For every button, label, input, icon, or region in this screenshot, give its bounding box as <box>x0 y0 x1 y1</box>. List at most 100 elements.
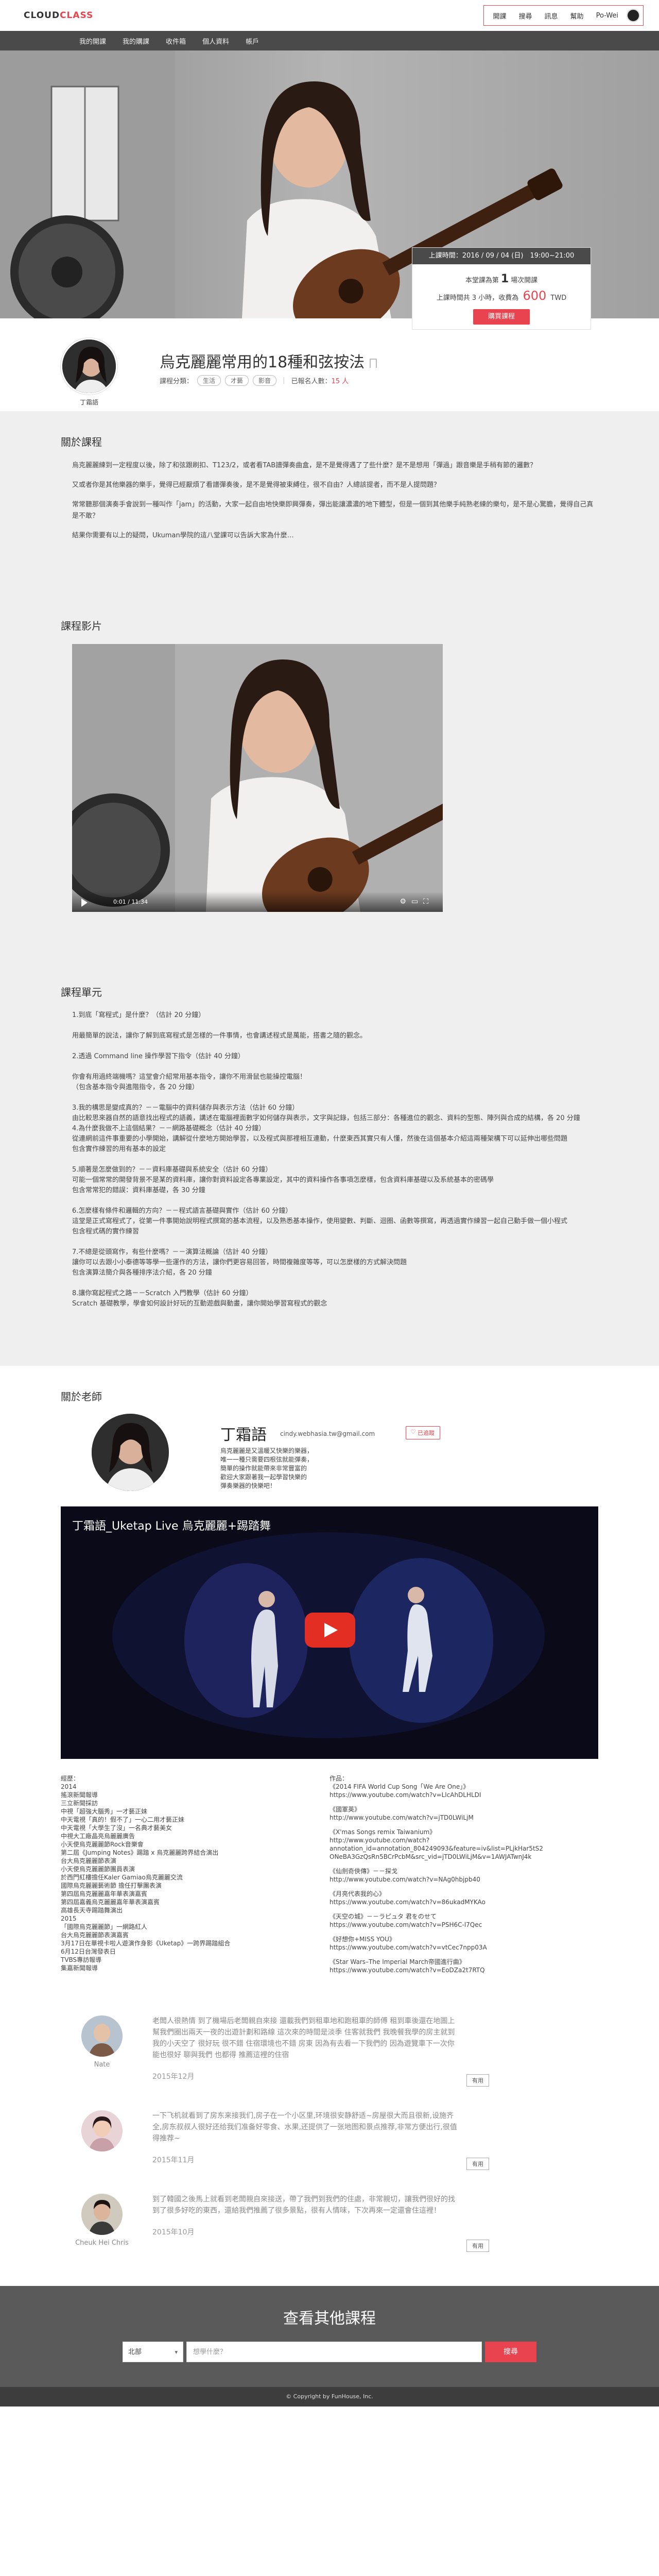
experience-line: 2015 <box>61 1915 77 1922</box>
experience-line: 搖滾新聞報導 <box>61 1791 98 1799</box>
unit-1: 1.到底「寫程式」是什麼？（估計 20 分鐘） 用最簡單的說法，讓你了解到底寫程… <box>72 1010 598 1041</box>
course-header: 丁霜語 烏克麗麗常用的18種和弦按法 課程分類： 生活 才藝 影音 | 已報名人… <box>0 318 659 411</box>
about-paragraph-1: 烏克麗麗練到一定程度以後，除了和弦跟刷扣、T123/2，或者看TAB譜彈奏曲盒，… <box>72 462 537 469</box>
works-line[interactable]: http://www.youtube.com/watch? <box>330 1836 598 1844</box>
reviewer-avatar[interactable] <box>81 2194 123 2235</box>
nav-open-course[interactable]: 開課 <box>487 11 513 21</box>
booking-card: 上課時間：2016 / 09 / 04 (日) 19:00~21:00 本堂課為… <box>412 247 591 330</box>
about-paragraph-2: 又或者你是其他樂器的樂手，覺得已經厭煩了看譜彈奏後，是不是覺得被束縛住，很不自由… <box>72 481 441 489</box>
teacher-name[interactable]: 丁霜語 <box>61 398 117 406</box>
logo[interactable]: CLOUDCLASS <box>24 10 93 21</box>
course-info-section: 關於課程 烏克麗麗練到一定程度以後，除了和弦跟刷扣、T123/2，或者看TAB譜… <box>0 411 659 1366</box>
teacher-bio: 烏克麗麗是又溫暖又快樂的樂器， 唯一一種只需要四根弦就能彈奏， 簡單的操作就能帶… <box>220 1447 313 1490</box>
teacher-photo[interactable] <box>92 1414 169 1491</box>
teacher-avatar-image <box>62 340 116 393</box>
course-search-form: 北部 想學什麼？ 搜尋 <box>123 2342 536 2363</box>
play-icon[interactable] <box>81 899 88 907</box>
nav-user-name[interactable]: Po-Wei <box>590 12 625 20</box>
experience-line: 第二屆《Jumping Notes》踢踏 x 烏克麗麗跨界結合演出 <box>61 1849 219 1856</box>
booking-time: 上課時間：2016 / 09 / 04 (日) 19:00~21:00 <box>412 248 591 264</box>
works-line[interactable]: http://www.youtube.com/watch?v=jTD0LWiLj… <box>330 1814 598 1822</box>
works-line[interactable]: https://www.youtube.com/watch?v=vtCec7np… <box>330 1943 598 1952</box>
copyright: © Copyright by FunHouse, Inc. <box>0 2387 659 2406</box>
unit-1-title: 1.到底「寫程式」是什麼？（估計 20 分鐘） <box>72 1011 205 1019</box>
subnav-account[interactable]: 帳戶 <box>237 36 267 46</box>
review-item: Nate 老闆人很熱情 到了機場后老闆親自來接 還載我們到租車地和跑租車的師傅 … <box>51 2005 608 2100</box>
tag-media[interactable]: 影音 <box>253 375 277 386</box>
unit-8-desc: Scratch 基礎教學，學會如何設計好玩的互動遊戲與動畫，讓你開始學習寫程式的… <box>72 1300 327 1308</box>
unit-7-note: 包含演算法簡介與各種排序法介紹，各 20 分鐘 <box>72 1269 212 1277</box>
unit-1-desc: 用最簡單的說法，讓你了解到底寫程式是怎樣的一件事情，也會講述程式是萬能，搭書之隨… <box>72 1032 367 1040</box>
review-date: 2015年11月 <box>152 2156 195 2164</box>
helpful-button[interactable]: 有用 <box>466 2158 489 2170</box>
top-bar: CLOUDCLASS 開課 搜尋 訊息 幫助 Po-Wei <box>0 0 659 31</box>
experience-line: 中天電視「大學生了沒」一名典才藝美女 <box>61 1824 172 1832</box>
unit-3: 3.我的構思是變成真的？－－電腦中的資料儲存與表示方法（估計 60 分鐘） 由比… <box>72 1103 598 1155</box>
review-text: 到了韓國之後馬上就看到老闆親自來接送，帶了我們到我們的住處，非常親切，讓我們很好… <box>152 2195 455 2215</box>
works-line[interactable]: https://www.youtube.com/watch?v=PSH6C-l7… <box>330 1921 598 1929</box>
buy-course-button[interactable]: 購買課程 <box>473 309 530 325</box>
works-line[interactable]: https://www.youtube.com/watch?v=LlcAhDLH… <box>330 1791 598 1799</box>
nav-help[interactable]: 幫助 <box>564 11 590 21</box>
unit-8: 8.讓你寫起程式之路－－Scratch 入門教學（估計 60 分鐘） Scrat… <box>72 1289 598 1309</box>
follow-button[interactable]: 已追蹤 <box>406 1426 440 1439</box>
reviewer-avatar-image <box>81 2194 123 2235</box>
reviewer-name[interactable]: Nate <box>51 2061 152 2069</box>
unit-5: 5.順著是怎麼做到的？－－資料庫基礎與系統安全（估計 60 分鐘） 可能一個常常… <box>72 1165 598 1196</box>
bookmark-icon[interactable] <box>370 358 377 368</box>
subnav-inbox[interactable]: 收件箱 <box>158 36 194 46</box>
logo-text-cloud: CLOUD <box>24 10 60 21</box>
enrolled-value: 15 人 <box>331 378 349 385</box>
subnav-my-purchases[interactable]: 我的購課 <box>114 36 158 46</box>
top-nav: 開課 搜尋 訊息 幫助 Po-Wei <box>483 5 644 26</box>
reviewer-avatar-image <box>81 2110 123 2151</box>
experience-line: 小天使烏克麗麗節Rock音樂會 <box>61 1841 144 1848</box>
reviewer-name[interactable]: Cheuk Hei Chris <box>51 2239 152 2247</box>
tag-life[interactable]: 生活 <box>197 375 221 386</box>
helpful-button[interactable]: 有用 <box>466 2074 489 2087</box>
course-video-player[interactable]: 0:01 / 11:34 ⚙▭⛶ <box>72 644 443 912</box>
subnav-my-courses[interactable]: 我的開課 <box>71 36 114 46</box>
teacher-avatar[interactable] <box>61 338 117 395</box>
works-line: ONeBA3GzQsRn5BCrPcbM&src_vid=jTD0LWiLjM&… <box>330 1853 532 1860</box>
experience-line: 國際烏克麗麗藝術節 擔任打擊團表演 <box>61 1882 162 1889</box>
user-avatar[interactable] <box>627 9 640 22</box>
reviewer <box>51 2110 152 2165</box>
bio-line-4: 歡迎大家跟著我一起學習快樂的 <box>220 1473 307 1481</box>
unit-3-desc: 由比較思來器自然的語意找出程式的語義，講述在電腦裡面數字如何儲存與表示，文字與記… <box>72 1114 580 1122</box>
experience-line: 中視大工廠晶亮烏麗麗廣告 <box>61 1833 135 1840</box>
reviewer-avatar[interactable] <box>81 2110 123 2151</box>
search-button[interactable]: 搜尋 <box>485 2342 536 2362</box>
helpful-button[interactable]: 有用 <box>466 2240 489 2252</box>
nav-search[interactable]: 搜尋 <box>513 11 539 21</box>
region-select[interactable]: 北部 <box>123 2342 183 2363</box>
subnav-profile[interactable]: 個人資料 <box>194 36 237 46</box>
video-time: 0:01 / 11:34 <box>113 899 148 905</box>
video-settings-icons[interactable]: ⚙▭⛶ <box>400 897 433 906</box>
works-line[interactable]: http://www.youtube.com/watch?v=NAg0hbjpb… <box>330 1875 598 1884</box>
nav-messages[interactable]: 訊息 <box>539 11 564 21</box>
teacher-section-title: 關於老師 <box>61 1391 102 1403</box>
reviewer-avatar-image <box>81 2015 123 2057</box>
teacher-youtube-video[interactable]: 丁霜語_Uketap Live 烏克麗麗+踢踏舞 <box>61 1506 598 1759</box>
reviewer-avatar[interactable] <box>81 2015 123 2057</box>
reviewer: Cheuk Hei Chris <box>51 2194 152 2247</box>
works-line[interactable]: https://www.youtube.com/watch?v=EoDZa2t7… <box>330 1966 598 1974</box>
tag-talent[interactable]: 才藝 <box>225 375 249 386</box>
unit-6-note: 包含程式碼的實作練習 <box>72 1228 140 1235</box>
reviews-section: Nate 老闆人很熱情 到了機場后老闆親自來接 還載我們到租車地和跑租車的師傅 … <box>0 1995 659 2286</box>
logo-text-class: CLASS <box>60 10 94 21</box>
more-courses-section: 查看其他課程 北部 想學什麼？ 搜尋 <box>0 2286 659 2387</box>
course-search-input[interactable]: 想學什麼？ <box>186 2342 482 2362</box>
review-text: 老闆人很熱情 到了機場后老闆親自來接 還載我們到租車地和跑租車的師傅 租到車後還… <box>152 2017 455 2059</box>
unit-5-note: 包含常常犯的錯誤：資料庫基礎，各 30 分鐘 <box>72 1187 205 1194</box>
review-date: 2015年12月 <box>152 2073 195 2081</box>
experience-line: 台大烏克麗麗節表演 <box>61 1857 117 1865</box>
works-line[interactable]: https://www.youtube.com/watch?v=86ukadMY… <box>330 1898 598 1906</box>
unit-2-note: （包含基本指令與進階指令，各 20 分鐘） <box>72 1083 199 1091</box>
youtube-play-icon[interactable] <box>305 1613 355 1648</box>
unit-2-title: 2.透過 Command line 操作學習下指令（估計 40 分鐘） <box>72 1053 245 1060</box>
experience-line: 經歷： <box>61 1775 80 1782</box>
video-frame <box>72 644 443 912</box>
teacher-email[interactable]: cindy.webhasia.tw@gmail.com <box>280 1430 375 1437</box>
